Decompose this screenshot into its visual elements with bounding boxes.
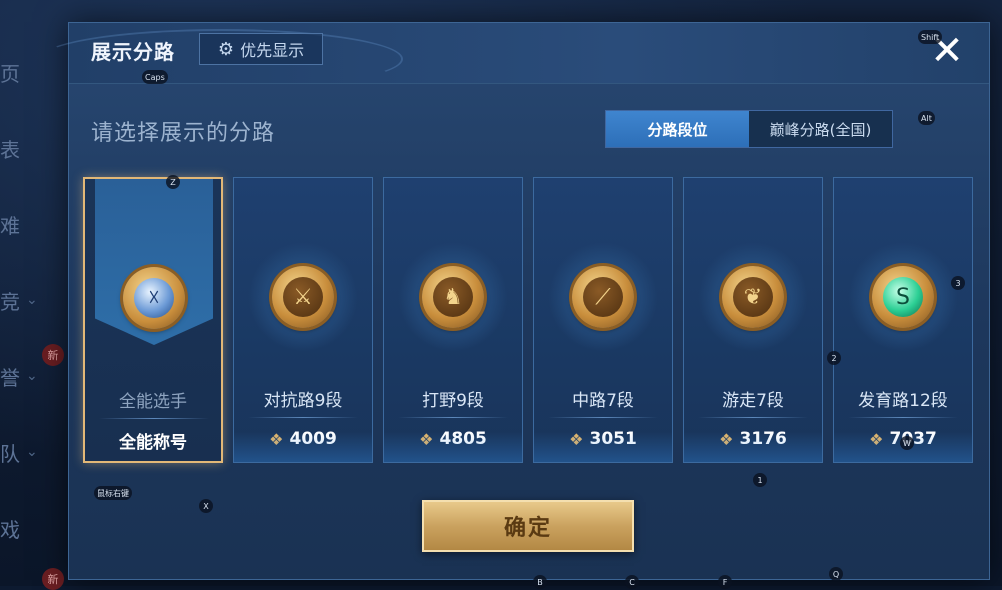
nav-item-label: 竞 bbox=[0, 289, 20, 314]
emblem-glyph: ☓ bbox=[134, 278, 174, 318]
card-divider bbox=[848, 417, 958, 418]
key-hint: Q bbox=[829, 567, 843, 581]
chevron-down-icon: ⌄ bbox=[26, 444, 38, 460]
sword-icon: ⚔ bbox=[272, 266, 334, 328]
lane-card-label: 游走7段 bbox=[722, 391, 784, 411]
card-divider bbox=[698, 417, 808, 418]
background-nav-item[interactable]: 竞 ⌄ bbox=[0, 280, 60, 320]
emblem-glyph: ⟋ bbox=[583, 277, 623, 317]
tab-lane-rank[interactable]: 分路段位 bbox=[606, 111, 749, 147]
priority-display-label: 优先显示 bbox=[240, 41, 305, 60]
nav-item-label: 队 bbox=[0, 441, 20, 466]
key-hint: 鼠标右键 bbox=[94, 486, 132, 500]
title-text: 全能称号 bbox=[119, 432, 187, 453]
card-divider bbox=[398, 417, 508, 418]
chevron-down-icon: ⌄ bbox=[26, 368, 38, 384]
nav-item-label: 难 bbox=[0, 213, 20, 238]
key-hint: Z bbox=[166, 175, 180, 189]
background-nav-item[interactable]: 戏 bbox=[0, 508, 60, 548]
key-hint: Shift bbox=[918, 30, 943, 44]
background-nav-item[interactable]: 表 bbox=[0, 128, 60, 168]
lane-card-label: 打野9段 bbox=[422, 391, 484, 411]
key-hint: Caps bbox=[142, 70, 168, 84]
emblem-glyph: S bbox=[883, 277, 923, 317]
dialog-title: 展示分路 bbox=[91, 40, 175, 64]
key-hint: F bbox=[718, 575, 732, 589]
dialog-header: 展示分路 ⚙ 优先显示 ✕ bbox=[39, 23, 989, 89]
card-divider bbox=[248, 417, 358, 418]
lane-card-list: ☓ 全能选手 全能称号 ⚔ 对抗路9段 ❖ 4009 ♞ 打野9段 bbox=[83, 177, 975, 463]
key-hint: B bbox=[533, 575, 547, 589]
key-hint: Alt bbox=[918, 111, 935, 125]
lane-card-mid[interactable]: ⟋ 中路7段 ❖ 3051 bbox=[533, 177, 673, 463]
key-hint: W bbox=[900, 436, 914, 450]
nav-item-label: 页 bbox=[0, 61, 20, 86]
card-foot-glow bbox=[384, 432, 522, 462]
lane-card-versatile[interactable]: ☓ 全能选手 全能称号 bbox=[83, 177, 223, 463]
lane-card-label: 发育路12段 bbox=[858, 391, 948, 411]
new-badge: 新 bbox=[42, 568, 64, 590]
nav-item-label: 表 bbox=[0, 137, 20, 162]
new-badge: 新 bbox=[42, 344, 64, 366]
key-hint: 1 bbox=[753, 473, 767, 487]
emblem-glyph: ♞ bbox=[433, 277, 473, 317]
background-nav-item[interactable]: 难 bbox=[0, 204, 60, 244]
background-nav-item[interactable]: 队 ⌄ bbox=[0, 432, 60, 472]
key-hint: 3 bbox=[951, 276, 965, 290]
lane-card-clash[interactable]: ⚔ 对抗路9段 ❖ 4009 bbox=[233, 177, 373, 463]
nav-item-label: 誉 bbox=[0, 365, 20, 390]
emblem-glyph: ❦ bbox=[733, 277, 773, 317]
card-divider bbox=[548, 417, 658, 418]
lane-display-dialog: 展示分路 ⚙ 优先显示 ✕ 请选择展示的分路 分路段位 巅峰分路(全国) ☓ 全… bbox=[39, 22, 990, 580]
priority-display-button[interactable]: ⚙ 优先显示 bbox=[199, 33, 323, 65]
dragon-icon: ♞ bbox=[422, 266, 484, 328]
lane-card-label: 对抗路9段 bbox=[263, 391, 343, 411]
key-hint: X bbox=[199, 499, 213, 513]
lane-card-label: 中路7段 bbox=[572, 391, 634, 411]
emblem-glyph: ⚔ bbox=[283, 277, 323, 317]
key-hint: C bbox=[625, 575, 639, 589]
lane-card-title: 全能称号 bbox=[85, 427, 221, 453]
lane-card-label: 全能选手 bbox=[119, 392, 187, 412]
card-divider bbox=[99, 418, 209, 419]
background-nav: 页 表 难 竞 ⌄ 誉 ⌄ 队 ⌄ 戏 新 新 bbox=[0, 0, 72, 590]
lane-card-farm[interactable]: S 发育路12段 ❖ 7037 bbox=[833, 177, 973, 463]
card-foot-glow bbox=[534, 432, 672, 462]
versatile-icon: ☓ bbox=[123, 267, 185, 329]
dialog-subtitle: 请选择展示的分路 bbox=[91, 121, 276, 146]
card-foot-glow bbox=[234, 432, 372, 462]
nav-item-label: 戏 bbox=[0, 517, 20, 542]
marksman-icon: S bbox=[872, 266, 934, 328]
lane-tab-group: 分路段位 巅峰分路(全国) bbox=[605, 110, 893, 148]
tab-peak-lane[interactable]: 巅峰分路(全国) bbox=[749, 111, 892, 147]
card-foot-glow bbox=[684, 432, 822, 462]
chevron-down-icon: ⌄ bbox=[26, 292, 38, 308]
wings-icon: ❦ bbox=[722, 266, 784, 328]
confirm-button[interactable]: 确定 bbox=[422, 500, 634, 552]
lane-card-roam[interactable]: ❦ 游走7段 ❖ 3176 bbox=[683, 177, 823, 463]
wand-icon: ⟋ bbox=[572, 266, 634, 328]
gear-icon: ⚙ bbox=[217, 38, 235, 60]
lane-card-jungle[interactable]: ♞ 打野9段 ❖ 4805 bbox=[383, 177, 523, 463]
key-hint: 2 bbox=[827, 351, 841, 365]
